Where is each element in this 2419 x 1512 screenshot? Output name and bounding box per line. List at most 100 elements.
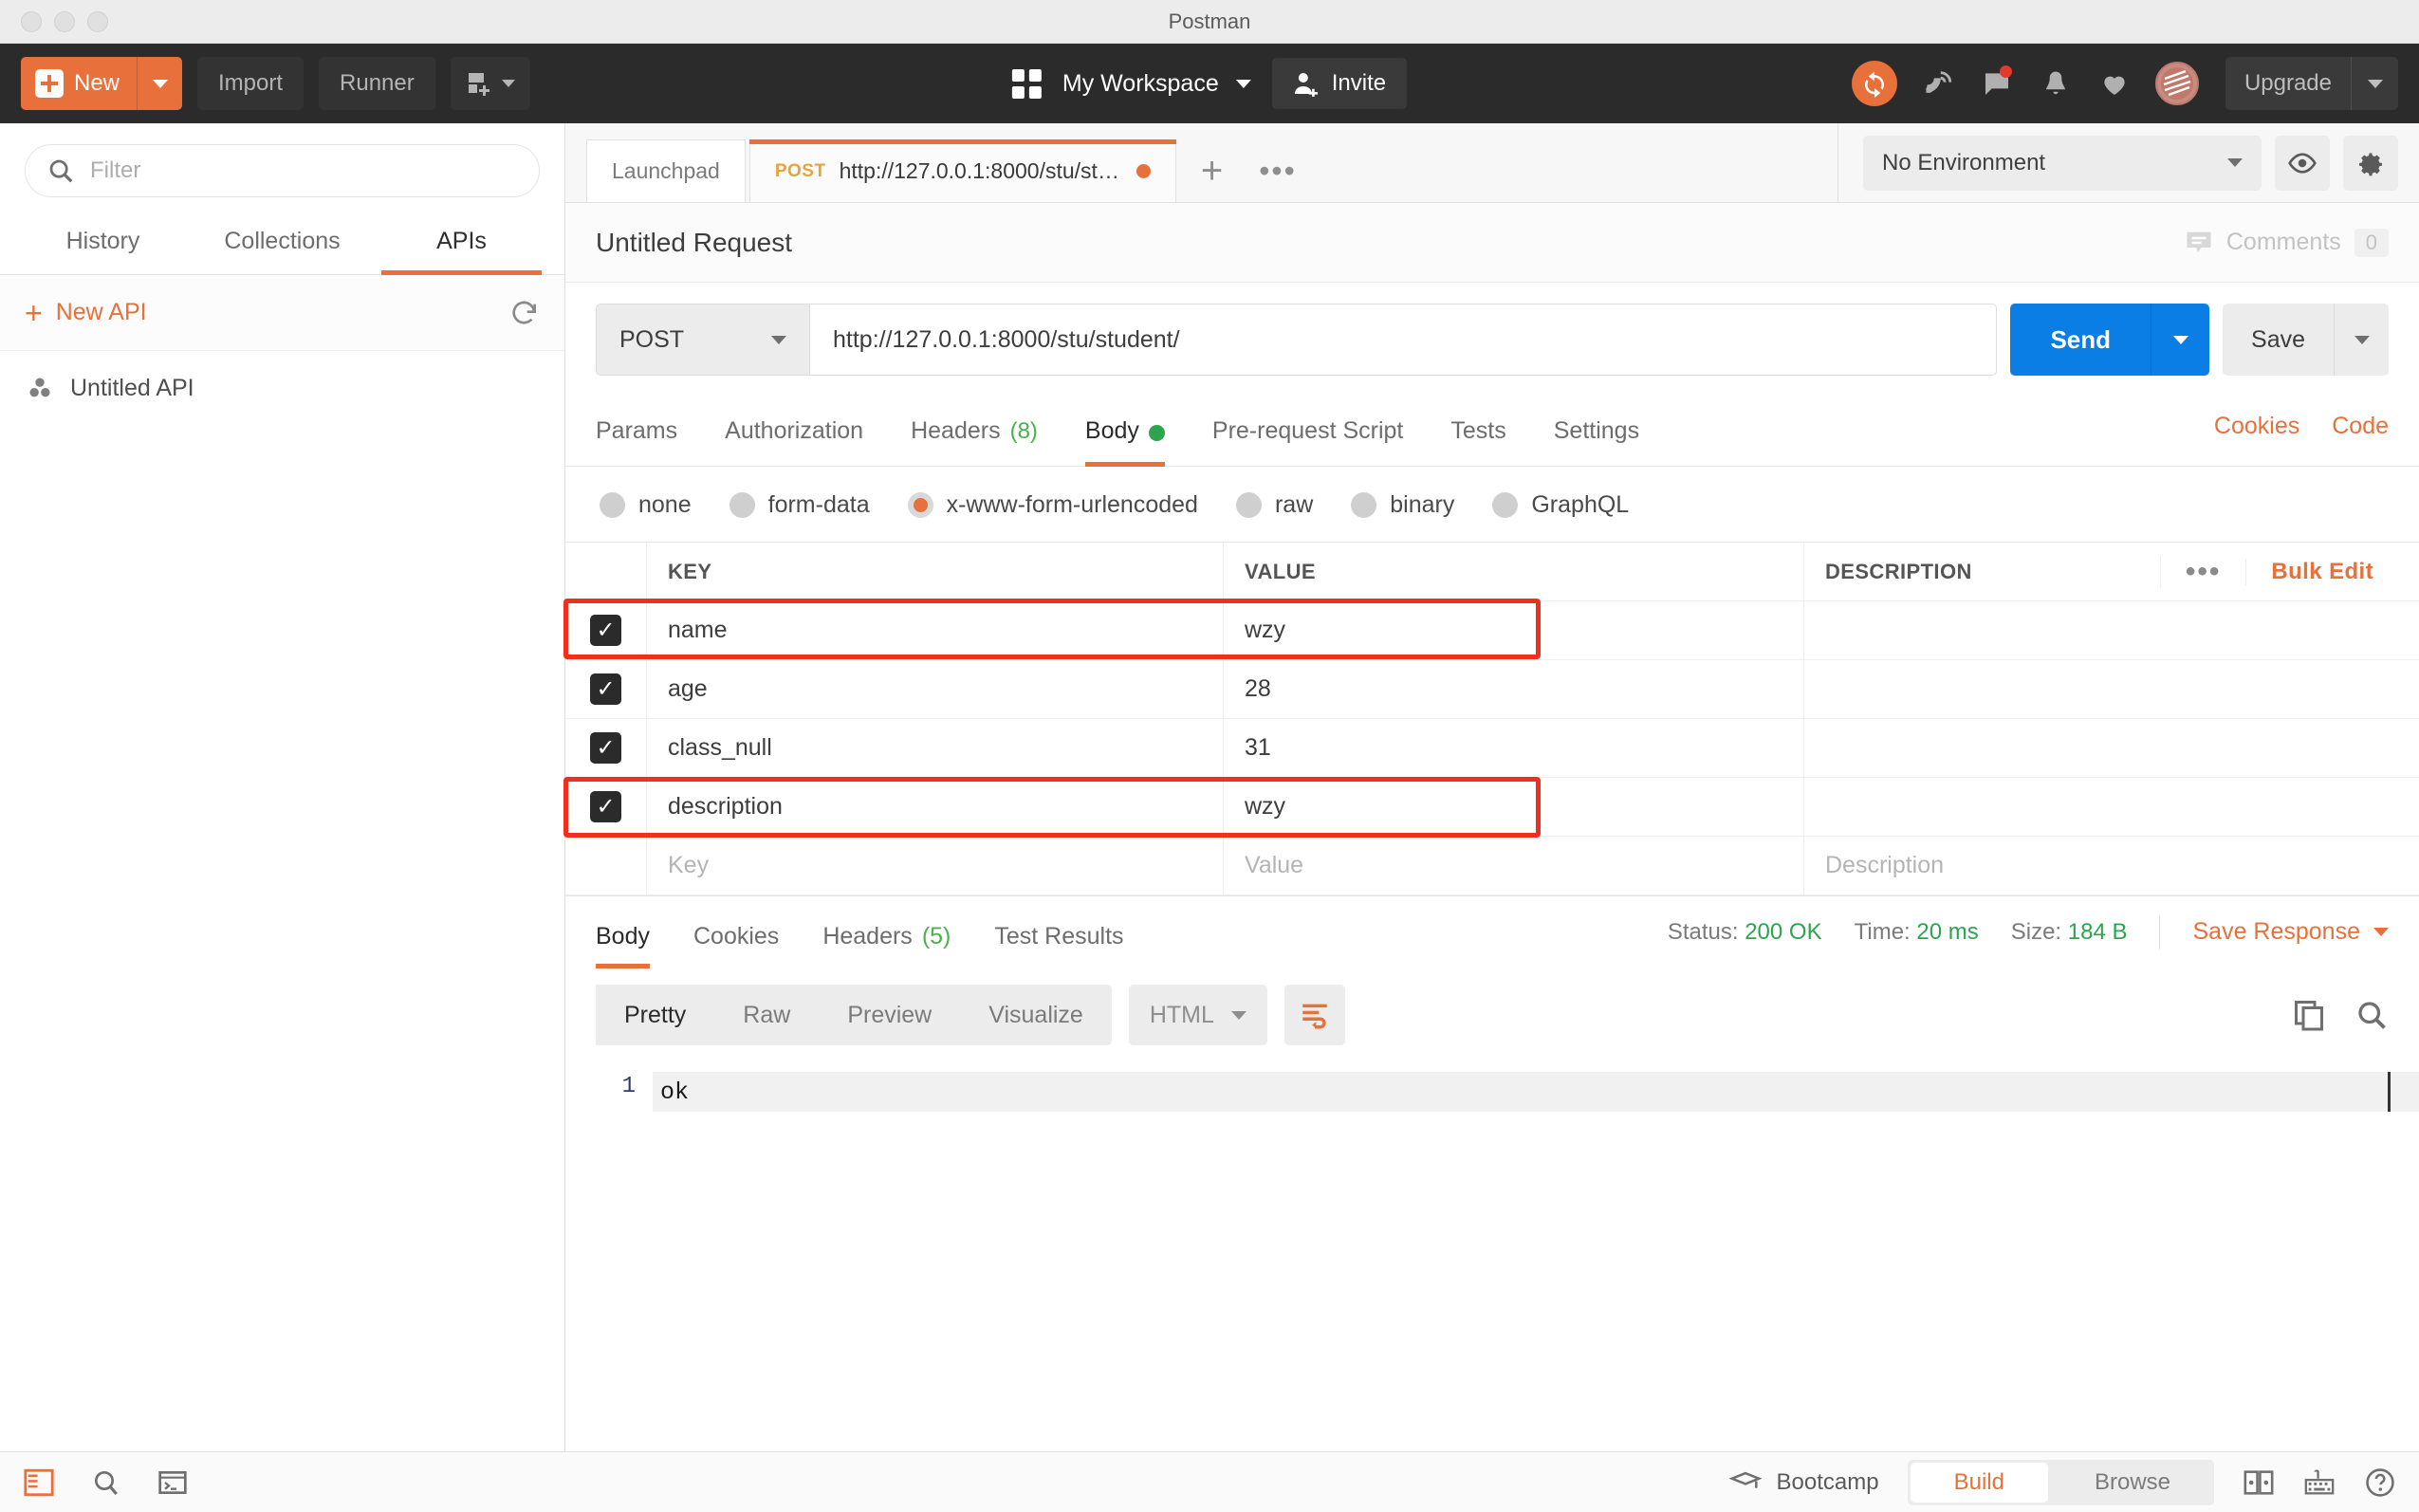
body-type-binary[interactable]: binary [1351, 491, 1454, 519]
view-mode-raw[interactable]: Raw [714, 985, 819, 1045]
placeholder-description-cell[interactable]: Description [1803, 837, 2419, 894]
add-tab-button[interactable]: + [1180, 139, 1244, 202]
tab-request-post[interactable]: POST http://127.0.0.1:8000/stu/stud... [748, 139, 1176, 202]
new-window-button[interactable] [450, 57, 530, 110]
tab-authorization[interactable]: Authorization [725, 417, 863, 466]
response-tab-test-results[interactable]: Test Results [994, 923, 1123, 968]
sidebar-toggle-icon[interactable] [23, 1466, 55, 1499]
send-dropdown[interactable] [2151, 304, 2209, 376]
build-button[interactable]: Build [1910, 1462, 2048, 1503]
placeholder-key-cell[interactable]: Key [646, 837, 1223, 894]
tab-pre-request-script[interactable]: Pre-request Script [1212, 417, 1403, 466]
response-tab-body[interactable]: Body [596, 923, 650, 968]
row-description-cell[interactable] [1803, 778, 2419, 836]
row-description-cell[interactable] [1803, 660, 2419, 718]
tab-tests[interactable]: Tests [1450, 417, 1505, 466]
tab-body[interactable]: Body [1084, 417, 1165, 467]
console-icon[interactable] [157, 1467, 188, 1498]
environment-select[interactable]: No Environment [1863, 135, 2262, 191]
row-key-cell[interactable]: name [646, 601, 1223, 659]
response-tab-headers[interactable]: Headers (5) [822, 923, 951, 968]
search-input[interactable]: Filter [25, 144, 540, 197]
table-row[interactable]: ✓ name wzy [565, 601, 2419, 660]
table-options-button[interactable]: ••• [2159, 555, 2246, 588]
body-type-graphql[interactable]: GraphQL [1492, 491, 1629, 519]
row-checkbox[interactable]: ✓ [565, 732, 646, 764]
body-type-none[interactable]: none [600, 491, 692, 519]
body-type-form-data[interactable]: form-data [729, 491, 870, 519]
sidebar-tab-history[interactable]: History [13, 214, 193, 274]
row-key-cell[interactable]: description [646, 778, 1223, 836]
new-button-dropdown[interactable] [137, 57, 182, 110]
row-value-cell[interactable]: 31 [1223, 719, 1803, 777]
code-link[interactable]: Code [2332, 413, 2389, 440]
response-tab-cookies[interactable]: Cookies [693, 923, 779, 968]
sidebar-item-untitled-api[interactable]: Untitled API [0, 351, 564, 425]
body-type-urlencoded[interactable]: x-www-form-urlencoded [907, 491, 1198, 519]
url-input[interactable]: http://127.0.0.1:8000/stu/student/ [810, 304, 1996, 375]
find-icon[interactable] [91, 1467, 121, 1498]
method-select[interactable]: POST [597, 304, 810, 375]
keyboard-shortcuts-icon[interactable] [2303, 1468, 2336, 1497]
view-mode-preview[interactable]: Preview [819, 985, 960, 1045]
copy-icon[interactable] [2292, 998, 2326, 1032]
view-mode-pretty[interactable]: Pretty [596, 985, 715, 1045]
bootcamp-button[interactable]: Bootcamp [1728, 1468, 1879, 1497]
wrap-lines-button[interactable] [1283, 985, 1345, 1045]
bell-icon[interactable] [2038, 65, 2074, 101]
avatar[interactable] [2154, 62, 2199, 105]
sidebar-tab-apis[interactable]: APIs [372, 214, 551, 275]
new-button[interactable]: New [21, 57, 183, 110]
help-icon[interactable] [2364, 1466, 2396, 1499]
save-button[interactable]: Save [2223, 304, 2389, 376]
sidebar-tab-collections[interactable]: Collections [193, 214, 372, 274]
table-row[interactable]: ✓ age 28 [565, 660, 2419, 719]
row-description-cell[interactable] [1803, 719, 2419, 777]
response-format-select[interactable]: HTML [1128, 985, 1267, 1045]
upgrade-button[interactable]: Upgrade [2225, 57, 2398, 110]
send-button[interactable]: Send [2010, 304, 2210, 376]
bulk-edit-button[interactable]: Bulk Edit [2245, 558, 2398, 585]
table-placeholder-row[interactable]: Key Value Description [565, 837, 2419, 895]
runner-button[interactable]: Runner [319, 57, 435, 110]
invite-button[interactable]: Invite [1271, 58, 1408, 109]
body-type-raw[interactable]: raw [1235, 491, 1313, 519]
comments-button[interactable]: Comments 0 [2185, 228, 2389, 257]
comment-icon[interactable] [1979, 65, 2015, 101]
view-mode-visualize[interactable]: Visualize [960, 985, 1112, 1045]
row-checkbox[interactable]: ✓ [565, 791, 646, 822]
settings-button[interactable] [2343, 135, 2398, 191]
satellite-icon[interactable] [1920, 65, 1956, 101]
upgrade-dropdown[interactable] [2351, 57, 2398, 110]
two-pane-layout-icon[interactable] [2243, 1468, 2275, 1497]
row-checkbox[interactable]: ✓ [565, 673, 646, 705]
row-checkbox[interactable]: ✓ [565, 615, 646, 646]
tab-headers[interactable]: Headers (8) [911, 417, 1038, 466]
response-code-area[interactable]: ok [653, 1060, 2419, 1451]
workspace-selector[interactable]: My Workspace Invite [1011, 58, 1408, 109]
row-value-cell[interactable]: wzy [1223, 601, 1803, 659]
search-icon[interactable] [2354, 998, 2389, 1032]
refresh-icon[interactable] [509, 298, 540, 328]
table-row[interactable]: ✓ class_null 31 [565, 719, 2419, 778]
new-api-button[interactable]: + New API [25, 298, 147, 328]
save-response-button[interactable]: Save Response [2192, 918, 2389, 946]
heart-icon[interactable] [2096, 65, 2133, 101]
table-row[interactable]: ✓ description wzy [565, 778, 2419, 837]
placeholder-value-cell[interactable]: Value [1223, 837, 1803, 894]
save-dropdown[interactable] [2334, 304, 2389, 376]
tab-launchpad[interactable]: Launchpad [586, 139, 746, 202]
tab-options-button[interactable]: ••• [1244, 139, 1312, 202]
row-key-cell[interactable]: age [646, 660, 1223, 718]
row-description-cell[interactable] [1803, 601, 2419, 659]
row-value-cell[interactable]: wzy [1223, 778, 1803, 836]
row-key-cell[interactable]: class_null [646, 719, 1223, 777]
browse-button[interactable]: Browse [2051, 1460, 2214, 1505]
tab-params[interactable]: Params [596, 417, 677, 466]
row-value-cell[interactable]: 28 [1223, 660, 1803, 718]
import-button[interactable]: Import [197, 57, 305, 110]
environment-quick-look-button[interactable] [2275, 135, 2330, 191]
sync-icon[interactable] [1851, 61, 1897, 106]
tab-settings[interactable]: Settings [1554, 417, 1639, 466]
cookies-link[interactable]: Cookies [2214, 413, 2299, 440]
